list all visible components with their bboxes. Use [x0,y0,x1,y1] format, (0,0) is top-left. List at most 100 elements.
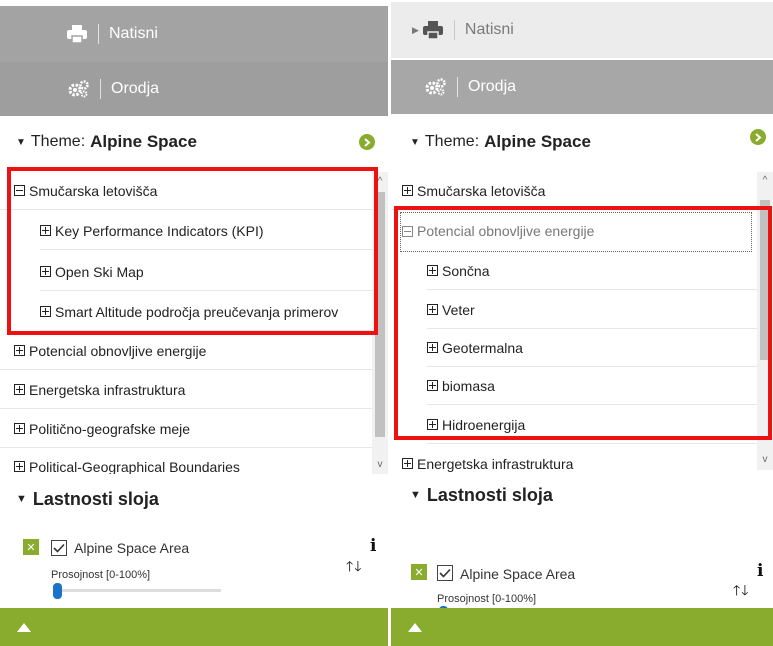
scroll-thumb[interactable] [760,200,770,360]
minus-box-icon[interactable] [14,185,25,196]
tools-label: Orodja [468,78,517,95]
tree-item-potencial-obnovljive-energije[interactable]: Potencial obnovljive energije [0,332,372,370]
tree-item-label: Political-Geographical Boundaries [29,458,240,475]
opacity-label: Prosojnost [0-100%] [51,569,151,581]
plus-box-icon[interactable] [427,380,438,391]
layer-visibility-checkbox[interactable] [437,565,453,581]
collapse-footer[interactable] [0,608,388,646]
printer-icon [422,20,444,40]
plus-box-icon[interactable] [427,419,438,430]
plus-box-icon[interactable] [427,342,438,353]
theme-selector[interactable]: ▼ Theme: Alpine Space [391,125,773,159]
print-bar[interactable]: Natisni [0,6,388,62]
tree-item-soncna[interactable]: Sončna [427,252,757,290]
triangle-down-icon: ▼ [16,493,27,505]
tree-item-label: Smučarska letovišča [29,182,158,199]
layer-properties-title: Lastnosti sloja [426,484,553,505]
plus-box-icon[interactable] [40,225,51,236]
tree-item-geotermalna[interactable]: Geotermalna [427,329,757,367]
opacity-slider-handle[interactable] [53,583,62,599]
collapse-footer[interactable] [391,608,773,646]
caret-right-icon: ▶ [412,24,419,35]
arrow-right-circle-icon[interactable] [750,129,766,145]
theme-name: Alpine Space [484,132,591,151]
layer-properties-title: Lastnosti sloja [32,488,159,509]
plus-box-icon[interactable] [14,423,25,434]
layer-tree: Smučarska letovišča Key Performance Indi… [0,172,372,474]
plus-box-icon[interactable] [427,304,438,315]
theme-selector[interactable]: ▼ Theme: Alpine Space [0,125,388,159]
plus-box-icon[interactable] [14,461,25,472]
bar-separator [457,77,458,97]
remove-layer-icon[interactable]: ✕ [23,539,39,555]
tree-item-kpi[interactable]: Key Performance Indicators (KPI) [40,212,372,250]
tree-item-label: Energetska infrastruktura [417,455,574,472]
tree-item-label: Sončna [442,262,490,279]
layer-visibility-checkbox[interactable] [51,540,67,556]
scroll-down-icon[interactable]: v [372,457,388,471]
print-bar[interactable]: ▶ Natisni [391,2,773,58]
bar-separator [453,20,455,40]
scroll-down-icon[interactable]: v [757,452,773,466]
plus-box-icon[interactable] [402,458,413,469]
tree-item-veter[interactable]: Veter [427,291,757,329]
tree-item-open-ski-map[interactable]: Open Ski Map [40,253,372,291]
tree-item-label: Key Performance Indicators (KPI) [55,222,264,239]
scroll-up-icon[interactable]: ^ [757,173,773,187]
info-icon[interactable]: i [757,561,763,581]
printer-icon [66,24,88,44]
bar-separator [100,79,101,99]
arrow-right-circle-icon[interactable] [359,134,375,150]
tree-item-smucarska-letovisca[interactable]: Smučarska letovišča [0,172,372,210]
plus-box-icon[interactable] [402,185,413,196]
tree-item-hidroenergija[interactable]: Hidroenergija [427,406,757,444]
tree-item-label: Energetska infrastruktura [29,381,186,398]
up-down-arrows-icon[interactable]: 🡑🡓 [346,556,363,580]
focus-outline [400,212,752,252]
theme-name: Alpine Space [90,132,197,151]
theme-prefix: Theme: [424,133,480,150]
tree-scrollbar[interactable]: ^ v [757,172,773,470]
opacity-label: Prosojnost [0-100%] [437,593,537,605]
tree-item-label: Smart Altitude področja preučevanja prim… [55,303,339,320]
layer-properties-header[interactable]: ▼ Lastnosti sloja [410,480,553,510]
layer-name: Alpine Space Area [460,566,576,582]
opacity-slider-track[interactable] [55,589,221,592]
plus-box-icon[interactable] [14,345,25,356]
scroll-up-icon[interactable]: ^ [372,174,388,188]
theme-prefix: Theme: [30,133,86,150]
plus-box-icon[interactable] [40,266,51,277]
scroll-thumb[interactable] [375,192,385,437]
tree-item-biomasa[interactable]: biomasa [427,367,757,405]
tree-item-label: Open Ski Map [55,263,144,280]
plus-box-icon[interactable] [427,265,438,276]
triangle-up-icon[interactable] [17,622,31,632]
tools-bar[interactable]: Orodja [391,60,773,114]
tree-item-label: biomasa [442,377,495,394]
tree-scrollbar[interactable]: ^ v [372,172,388,474]
bar-separator [98,24,99,44]
up-down-arrows-icon[interactable]: 🡑🡓 [733,580,750,604]
triangle-up-icon[interactable] [408,622,422,632]
tools-bar[interactable]: Orodja [0,62,388,116]
tree-item-smart-altitude[interactable]: Smart Altitude področja preučevanja prim… [40,293,372,331]
layer-properties-header[interactable]: ▼ Lastnosti sloja [16,484,159,514]
plus-box-icon[interactable] [14,384,25,395]
gears-icon [68,79,90,99]
tools-label: Orodja [111,80,160,97]
gears-icon [425,77,447,97]
left-panel: Natisni Orodja ▼ Theme: Alpine Space Smu… [0,0,388,646]
tree-item-label: Smučarska letovišča [417,182,546,199]
tree-item-smucarska-letovisca[interactable]: Smučarska letovišča [391,172,757,210]
tree-item-label: Potencial obnovljive energije [29,342,207,359]
tree-item-politicno-geografske-meje[interactable]: Politično-geografske meje [0,410,372,448]
tree-item-label: Politično-geografske meje [29,420,191,437]
plus-box-icon[interactable] [40,306,51,317]
remove-layer-icon[interactable]: ✕ [411,564,427,580]
triangle-down-icon: ▼ [410,136,420,148]
triangle-down-icon: ▼ [410,489,421,501]
tree-item-energetska-infrastruktura[interactable]: Energetska infrastruktura [391,445,757,474]
tree-item-political-geographical-boundaries[interactable]: Political-Geographical Boundaries [0,448,372,474]
tree-item-energetska-infrastruktura[interactable]: Energetska infrastruktura [0,371,372,409]
info-icon[interactable]: i [370,536,376,556]
